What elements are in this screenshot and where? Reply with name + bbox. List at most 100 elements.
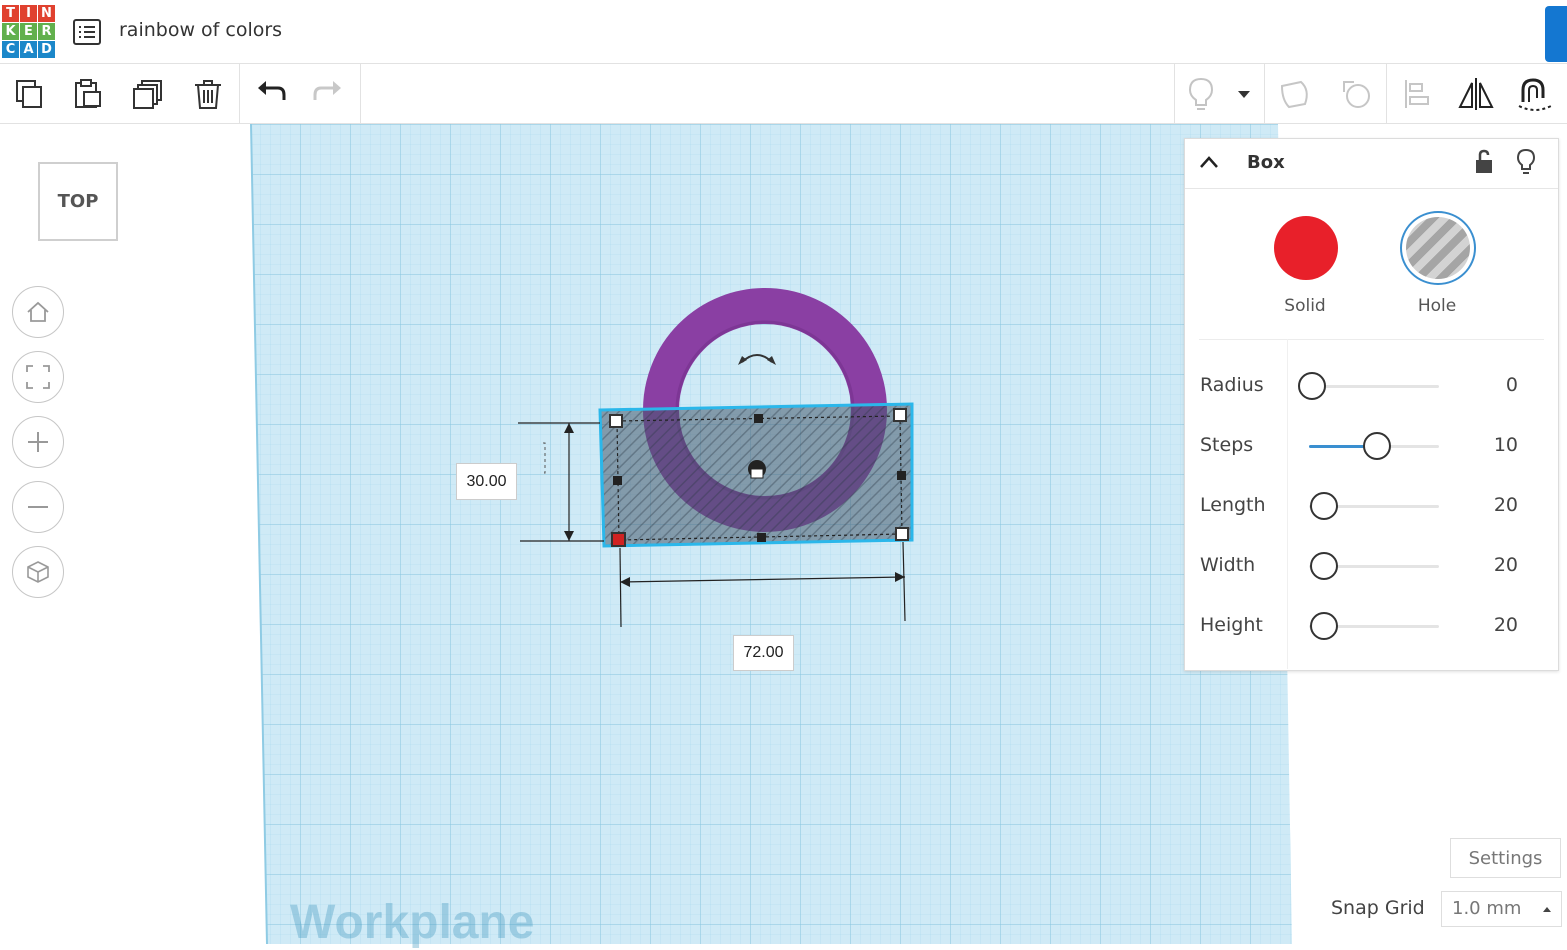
property-label-length: Length	[1200, 494, 1266, 516]
divider	[1199, 339, 1544, 340]
property-value-length[interactable]: 20	[1458, 494, 1518, 516]
corner-handle[interactable]	[609, 414, 623, 428]
show-all-button[interactable]	[1181, 74, 1221, 114]
width-dimension-input[interactable]: 72.00	[733, 635, 794, 671]
design-list-button[interactable]	[72, 18, 102, 46]
paste-icon	[75, 79, 101, 108]
logo-letter: C	[2, 41, 19, 58]
mirror-button[interactable]	[1456, 74, 1496, 114]
zoom-out-icon	[28, 506, 48, 508]
side-handle[interactable]	[897, 471, 906, 480]
cruise-button[interactable]	[1514, 74, 1554, 114]
height-dimension-lines	[518, 422, 604, 542]
list-icon	[73, 19, 101, 45]
solid-color-swatch[interactable]	[1274, 216, 1338, 280]
align-button[interactable]	[1398, 74, 1438, 114]
toolbar-separator	[1264, 64, 1265, 124]
copy-icon	[16, 80, 42, 108]
snap-grid-label: Snap Grid	[1331, 897, 1425, 919]
align-icon	[1405, 80, 1429, 108]
toolbar-separator	[1386, 64, 1387, 124]
property-value-radius[interactable]: 0	[1458, 374, 1518, 396]
zoom-out-button[interactable]	[12, 481, 64, 533]
logo-letter: R	[38, 23, 55, 40]
duplicate-button[interactable]	[128, 74, 168, 114]
top-bar: T I N K E R C A D rainbow of colors	[0, 0, 1567, 64]
settings-button[interactable]: Settings	[1450, 838, 1561, 878]
home-icon	[27, 301, 49, 322]
lightbulb-icon	[1188, 77, 1214, 110]
property-label-steps: Steps	[1200, 434, 1254, 456]
trash-icon	[195, 80, 221, 109]
snap-grid-value: 1.0 mm	[1452, 898, 1522, 919]
redo-icon	[313, 81, 341, 100]
logo-letter: T	[2, 5, 19, 22]
chevron-up-icon[interactable]	[1199, 155, 1219, 169]
hole-swatch[interactable]	[1400, 211, 1476, 285]
toolbar-separator	[360, 64, 361, 124]
ungroup-button[interactable]	[1337, 74, 1377, 114]
corner-handle[interactable]	[893, 408, 907, 422]
tinkercad-logo[interactable]: T I N K E R C A D	[2, 5, 56, 59]
lightbulb-icon[interactable]	[1515, 148, 1537, 176]
toolbar-separator	[1174, 64, 1175, 124]
height-dimension-input[interactable]: 30.00	[456, 463, 517, 500]
perspective-icon	[27, 561, 49, 583]
copy-button[interactable]	[9, 74, 49, 114]
toolbar-separator	[239, 64, 240, 124]
ungroup-icon	[1343, 81, 1370, 108]
property-slider-knob[interactable]	[1363, 432, 1391, 460]
undo-button[interactable]	[250, 74, 290, 114]
magnet-icon	[1518, 78, 1552, 111]
snap-grid-select[interactable]: 1.0 mm	[1441, 891, 1562, 927]
paste-button[interactable]	[67, 74, 107, 114]
hole-stripe-pattern	[1406, 217, 1470, 279]
logo-letter: E	[20, 23, 37, 40]
edit-toolbar	[0, 64, 1567, 124]
property-value-width[interactable]: 20	[1458, 554, 1518, 576]
property-slider-knob[interactable]	[1298, 372, 1326, 400]
show-options-dropdown[interactable]	[1226, 74, 1262, 114]
lock-icon[interactable]	[1473, 149, 1495, 175]
hole-label: Hole	[1417, 296, 1457, 316]
fit-view-button[interactable]	[12, 351, 64, 403]
delete-button[interactable]	[188, 74, 228, 114]
property-slider-knob[interactable]	[1310, 492, 1338, 520]
width-dimension-lines	[619, 541, 906, 628]
logo-letter: I	[20, 5, 37, 22]
property-slider-knob[interactable]	[1310, 552, 1338, 580]
property-label-radius: Radius	[1200, 374, 1264, 396]
property-slider-track[interactable]	[1309, 385, 1439, 388]
panel-toggle-tab[interactable]	[1545, 6, 1567, 62]
chevron-down-icon	[1238, 91, 1250, 98]
mirror-icon	[1458, 78, 1494, 110]
view-controls-panel	[0, 124, 250, 944]
redo-button[interactable]	[309, 74, 349, 114]
duplicate-icon	[133, 80, 162, 109]
logo-letter: D	[38, 41, 55, 58]
zoom-in-button[interactable]	[12, 416, 64, 468]
shape-name: Box	[1247, 152, 1285, 173]
view-cube[interactable]: TOP	[38, 162, 118, 241]
logo-letter: N	[38, 5, 55, 22]
property-slider-knob[interactable]	[1310, 612, 1338, 640]
shape-inspector-panel: Box Solid Hole Radius 0 Steps 10 Length 20 Wid…	[1184, 138, 1559, 671]
zoom-in-icon	[28, 432, 48, 452]
design-title[interactable]: rainbow of colors	[119, 19, 282, 41]
home-view-button[interactable]	[12, 286, 64, 338]
perspective-button[interactable]	[12, 546, 64, 598]
group-icon	[1280, 80, 1308, 109]
group-button[interactable]	[1276, 74, 1316, 114]
property-label-height: Height	[1200, 614, 1263, 636]
property-value-steps[interactable]: 10	[1458, 434, 1518, 456]
rotate-handle-icon[interactable]	[741, 354, 773, 363]
property-value-height[interactable]: 20	[1458, 614, 1518, 636]
side-handle[interactable]	[613, 476, 622, 485]
solid-label: Solid	[1284, 296, 1326, 316]
undo-icon	[258, 81, 286, 100]
side-handle[interactable]	[757, 533, 766, 542]
side-handle[interactable]	[754, 414, 763, 423]
corner-handle[interactable]	[895, 527, 909, 541]
logo-letter: A	[20, 41, 37, 58]
corner-handle-active[interactable]	[611, 532, 626, 547]
